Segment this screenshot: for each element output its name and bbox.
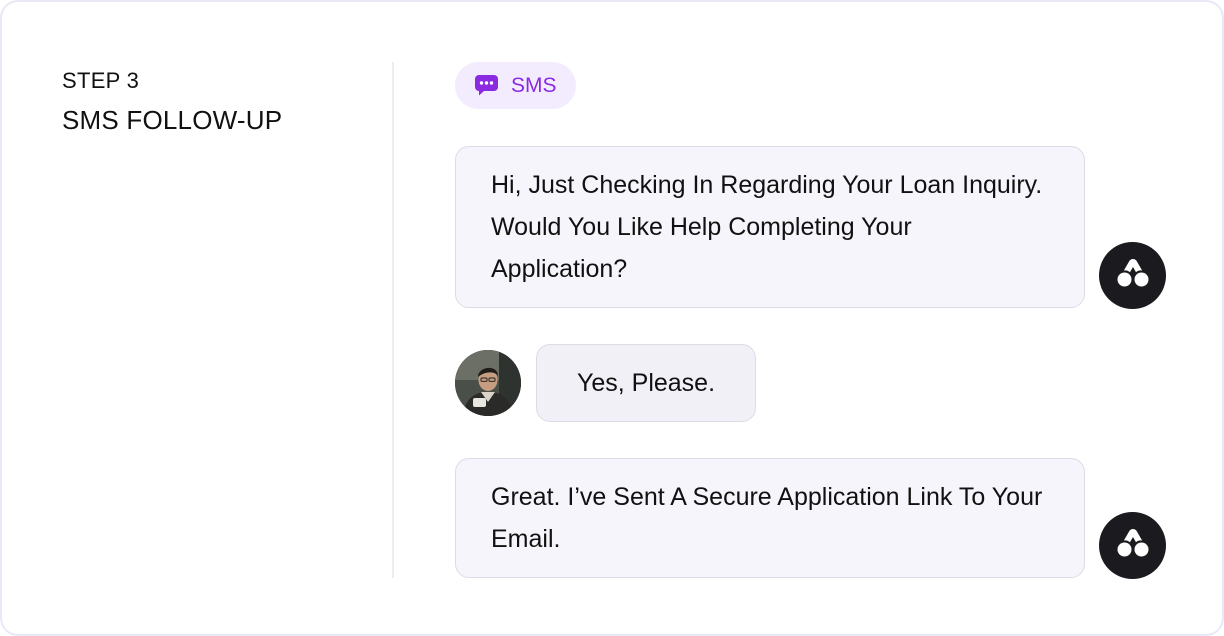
channel-badge: SMS (455, 62, 576, 109)
channel-label: SMS (511, 73, 557, 97)
step-label: STEP 3 (62, 68, 140, 93)
user-message-bubble: Yes, Please. (536, 344, 756, 422)
brand-logo-icon (1117, 529, 1149, 562)
agent-avatar (1099, 242, 1166, 309)
agent-avatar (1099, 512, 1166, 579)
agent-message-bubble: Great. I’ve Sent A Secure Application Li… (455, 458, 1085, 578)
user-photo (455, 350, 521, 416)
workflow-step-card: STEP 3 SMS FOLLOW-UP SMS Hi, Just Checki… (0, 0, 1224, 636)
brand-logo-icon (1117, 259, 1149, 292)
divider (392, 62, 394, 578)
agent-message-bubble: Hi, Just Checking In Regarding Your Loan… (455, 146, 1085, 308)
step-title: SMS FOLLOW-UP (62, 105, 283, 135)
chat-bubble-icon (475, 75, 498, 96)
user-avatar (455, 350, 521, 416)
